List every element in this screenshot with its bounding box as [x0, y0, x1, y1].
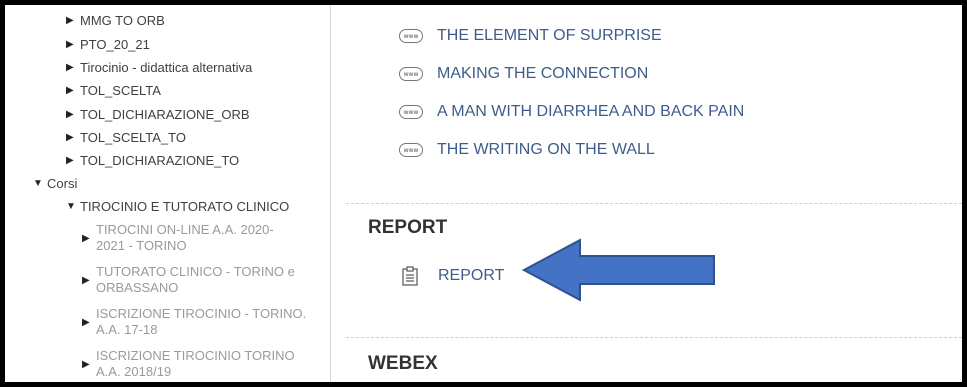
section-divider: [346, 337, 962, 338]
tree-item-tol-scelta-to[interactable]: ▶ TOL_SCELTA_TO: [66, 130, 186, 146]
clipboard-icon: [402, 266, 418, 286]
triangle-down-icon: ▼: [33, 178, 43, 189]
triangle-right-icon: ▶: [66, 132, 74, 143]
tree-item-label: TOL_DICHIARAZIONE_ORB: [80, 107, 250, 122]
report-link[interactable]: REPORT: [402, 266, 504, 286]
blue-arrow-annotation: [522, 238, 715, 302]
tree-item-label: TUTORATO CLINICO - TORINO e ORBASSANO: [96, 264, 295, 295]
triangle-right-icon: ▶: [66, 39, 74, 50]
tree-item-tirocini-online[interactable]: ▶ TIROCINI ON-LINE A.A. 2020- 2021 - TORI…: [82, 222, 311, 254]
tree-item-tirocinio-tutorato[interactable]: ▼ TIROCINIO E TUTORATO CLINICO: [66, 199, 289, 215]
tree-item-iscrizione-17-18[interactable]: ▶ ISCRIZIONE TIROCINIO - TORINO. A.A. 17-…: [82, 306, 311, 338]
link-label: MAKING THE CONNECTION: [437, 65, 649, 82]
tree-item-tol-dichiarazione-to[interactable]: ▶ TOL_DICHIARAZIONE_TO: [66, 153, 239, 169]
tree-item-tol-scelta[interactable]: ▶ TOL_SCELTA: [66, 83, 161, 99]
www-icon: www: [399, 143, 423, 157]
triangle-right-icon: ▶: [66, 109, 74, 120]
report-section-title: REPORT: [368, 217, 448, 238]
main-content: www THE ELEMENT OF SURPRISE www MAKING T…: [336, 5, 962, 382]
triangle-right-icon: ▶: [82, 317, 90, 328]
screenshot-frame: ▶ MMG TO ORB ▶ PTO_20_21 ▶ Tirocinio - d…: [5, 5, 962, 382]
tree-item-label: TOL_SCELTA_TO: [80, 130, 186, 145]
www-icon: www: [399, 29, 423, 43]
report-link-label: REPORT: [438, 267, 505, 284]
tree-item-tutorato-clinico[interactable]: ▶ TUTORATO CLINICO - TORINO e ORBASSANO: [82, 264, 311, 296]
webex-section-title: WEBEX: [368, 353, 438, 374]
tree-item-iscrizione-2018-19[interactable]: ▶ ISCRIZIONE TIROCINIO TORINO A.A. 2018/1…: [82, 348, 311, 380]
tree-item-label: MMG TO ORB: [80, 13, 165, 28]
www-icon: www: [399, 67, 423, 81]
triangle-right-icon: ▶: [82, 359, 90, 370]
section-divider: [346, 203, 962, 204]
triangle-down-icon: ▼: [66, 201, 76, 212]
tree-item-label: Corsi: [47, 176, 78, 191]
triangle-right-icon: ▶: [66, 85, 74, 96]
triangle-right-icon: ▶: [82, 275, 90, 286]
tree-item-mmg-to-orb[interactable]: ▶ MMG TO ORB: [66, 13, 165, 29]
tree-item-pto[interactable]: ▶ PTO_20_21: [66, 37, 150, 53]
link-man-with-diarrhea[interactable]: www A MAN WITH DIARRHEA AND BACK PAIN: [399, 103, 744, 121]
link-label: THE WRITING ON THE WALL: [437, 141, 655, 158]
tree-item-label: TOL_SCELTA: [80, 83, 161, 98]
triangle-right-icon: ▶: [82, 233, 90, 244]
www-icon: www: [399, 105, 423, 119]
tree-item-label: TOL_DICHIARAZIONE_TO: [80, 153, 240, 168]
tree-item-label: ISCRIZIONE TIROCINIO TORINO A.A. 2018/19: [96, 348, 295, 379]
tree-item-label: TIROCINI ON-LINE A.A. 2020- 2021 - TORINO: [96, 222, 274, 253]
triangle-right-icon: ▶: [66, 15, 74, 26]
link-making-connection[interactable]: www MAKING THE CONNECTION: [399, 65, 648, 83]
course-navigation-tree: ▶ MMG TO ORB ▶ PTO_20_21 ▶ Tirocinio - d…: [30, 5, 331, 382]
tree-item-label: Tirocinio - didattica alternativa: [80, 60, 253, 75]
triangle-right-icon: ▶: [66, 62, 74, 73]
tree-item-label: TIROCINIO E TUTORATO CLINICO: [80, 199, 290, 214]
link-label: THE ELEMENT OF SURPRISE: [437, 27, 662, 44]
link-element-of-surprise[interactable]: www THE ELEMENT OF SURPRISE: [399, 27, 662, 45]
tree-item-corsi[interactable]: ▼ Corsi: [33, 176, 77, 192]
left-gutter: [5, 5, 31, 382]
tree-item-label: PTO_20_21: [80, 37, 150, 52]
tree-item-label: ISCRIZIONE TIROCINIO - TORINO. A.A. 17-18: [96, 306, 307, 337]
tree-item-tol-dichiarazione-orb[interactable]: ▶ TOL_DICHIARAZIONE_ORB: [66, 107, 250, 123]
tree-item-tirocinio-didattica[interactable]: ▶ Tirocinio - didattica alternativa: [66, 60, 252, 76]
link-label: A MAN WITH DIARRHEA AND BACK PAIN: [437, 103, 745, 120]
triangle-right-icon: ▶: [66, 155, 74, 166]
link-writing-on-wall[interactable]: www THE WRITING ON THE WALL: [399, 141, 655, 159]
